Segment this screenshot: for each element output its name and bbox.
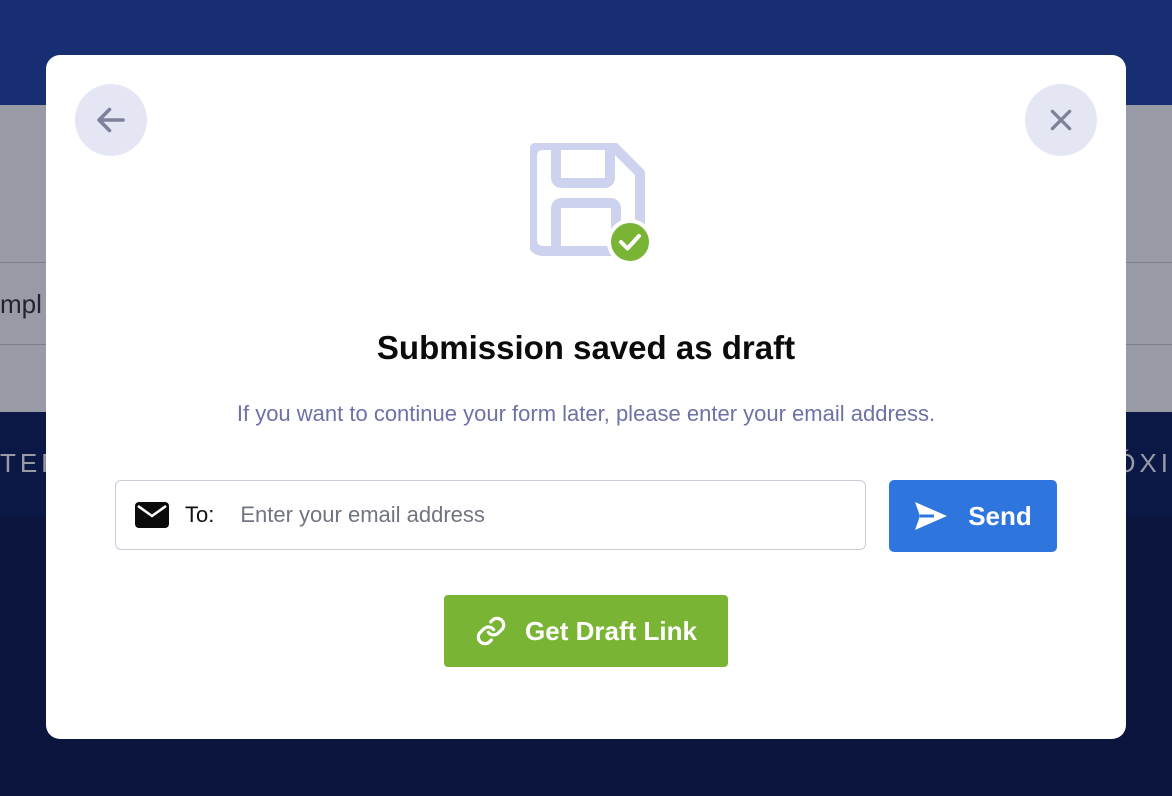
send-button[interactable]: Send: [889, 480, 1057, 552]
email-input[interactable]: [238, 501, 823, 529]
get-draft-link-button-label: Get Draft Link: [525, 615, 697, 646]
link-icon: [475, 615, 507, 647]
save-draft-modal: Submission saved as draft If you want to…: [46, 55, 1126, 739]
paper-plane-icon: [914, 501, 948, 531]
envelope-icon: [135, 502, 169, 528]
page: mpl TER ÓXI Submission saved as draft If…: [0, 0, 1172, 796]
back-button[interactable]: [75, 84, 147, 156]
floppy-disk-check-icon: [530, 143, 653, 265]
get-draft-link-button[interactable]: Get Draft Link: [444, 595, 728, 667]
modal-subtitle: If you want to continue your form later,…: [236, 401, 936, 426]
modal-title: Submission saved as draft: [376, 329, 796, 366]
arrow-left-icon: [97, 107, 125, 133]
close-icon: [1050, 109, 1072, 131]
send-button-label: Send: [968, 500, 1032, 531]
email-field[interactable]: To:: [115, 480, 866, 550]
close-button[interactable]: [1025, 84, 1097, 156]
email-to-label: To:: [185, 502, 215, 527]
